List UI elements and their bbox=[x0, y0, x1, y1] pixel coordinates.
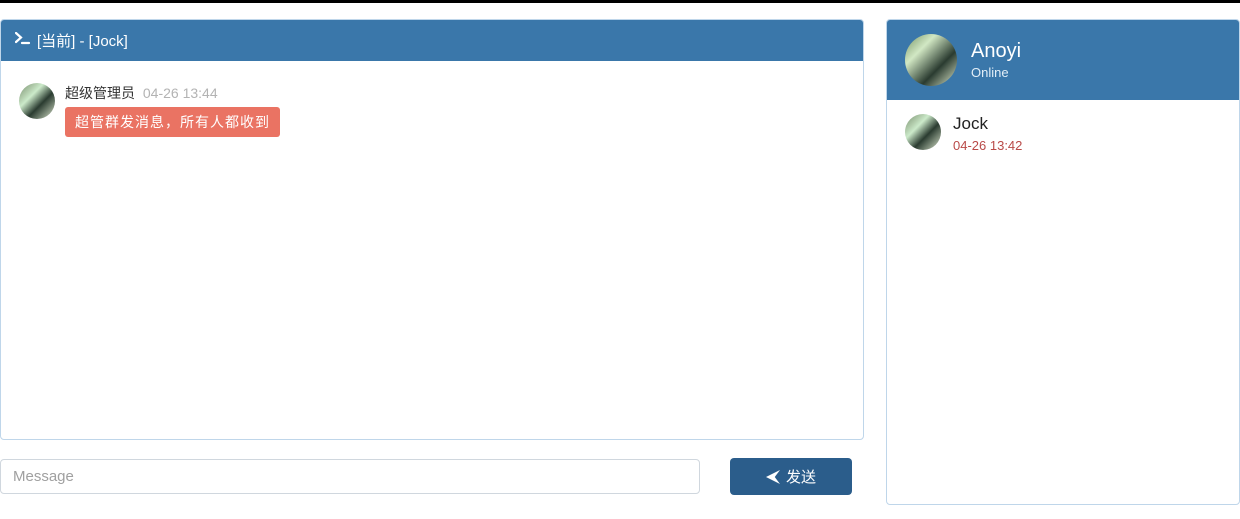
chat-column: [当前] - [Jock] 超级管理员 04-26 13:44 超管群发消息，所… bbox=[0, 19, 864, 505]
profile-header: Anoyi Online bbox=[887, 20, 1239, 100]
chat-panel: [当前] - [Jock] 超级管理员 04-26 13:44 超管群发消息，所… bbox=[0, 19, 864, 440]
message-time: 04-26 13:44 bbox=[143, 85, 218, 101]
message-sender: 超级管理员 bbox=[65, 85, 135, 101]
message-content: 超级管理员 04-26 13:44 超管群发消息，所有人都收到 bbox=[65, 83, 280, 137]
contact-info: Jock 04-26 13:42 bbox=[953, 114, 1022, 153]
chat-header: [当前] - [Jock] bbox=[1, 20, 863, 61]
message-bubble: 超管群发消息，所有人都收到 bbox=[65, 107, 280, 137]
profile-status: Online bbox=[971, 65, 1021, 80]
avatar bbox=[19, 83, 55, 119]
message-meta: 超级管理员 04-26 13:44 bbox=[65, 83, 280, 103]
avatar bbox=[905, 34, 957, 86]
chat-header-title: [当前] - [Jock] bbox=[37, 30, 128, 51]
profile-panel: Anoyi Online Jock 04-26 13:42 bbox=[886, 19, 1240, 505]
message-input[interactable] bbox=[0, 459, 700, 494]
contact-time: 04-26 13:42 bbox=[953, 138, 1022, 153]
chat-messages-area[interactable]: 超级管理员 04-26 13:44 超管群发消息，所有人都收到 bbox=[1, 61, 863, 439]
terminal-icon bbox=[15, 32, 31, 50]
avatar bbox=[905, 114, 941, 150]
send-button[interactable]: 发送 bbox=[730, 458, 852, 495]
send-icon bbox=[766, 470, 780, 484]
main-layout: [当前] - [Jock] 超级管理员 04-26 13:44 超管群发消息，所… bbox=[0, 3, 1240, 505]
profile-info: Anoyi Online bbox=[971, 40, 1021, 80]
send-button-label: 发送 bbox=[786, 466, 816, 487]
compose-row: 发送 bbox=[0, 458, 864, 495]
chat-message: 超级管理员 04-26 13:44 超管群发消息，所有人都收到 bbox=[19, 83, 845, 137]
contact-name: Jock bbox=[953, 114, 1022, 134]
sidebar-column: Anoyi Online Jock 04-26 13:42 bbox=[886, 19, 1240, 505]
profile-name: Anoyi bbox=[971, 40, 1021, 63]
contact-item[interactable]: Jock 04-26 13:42 bbox=[887, 100, 1239, 159]
